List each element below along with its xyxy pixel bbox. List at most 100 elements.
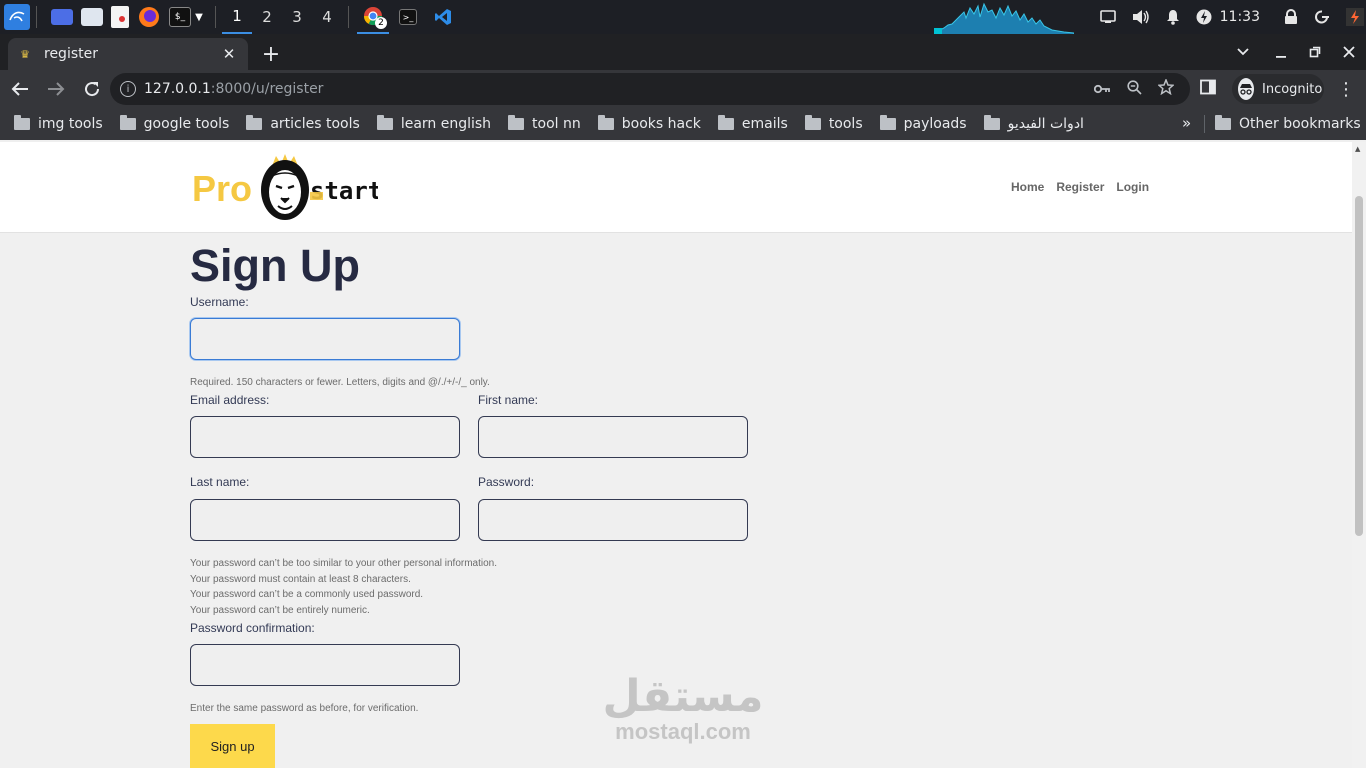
bookmark-folder[interactable]: img tools [14,115,103,132]
bookmark-label: emails [741,116,788,132]
logout-icon[interactable] [1314,9,1330,25]
url-path: :8000/u/register [210,81,324,97]
vscode-window-icon[interactable] [431,5,455,29]
show-desktop-icon[interactable] [51,9,73,25]
nav-link-register[interactable]: Register [1056,180,1104,194]
folder-icon [597,115,614,130]
web-page: Pro start Home Register Login Sign Up Us… [0,142,1352,768]
scroll-up-arrow-icon[interactable]: ▲ [1355,145,1360,153]
close-window-icon[interactable] [1332,34,1366,70]
last-name-label: Last name: [190,475,250,489]
password-confirmation-label: Password confirmation: [190,621,315,635]
last-name-input[interactable] [190,499,460,541]
power-manager-icon[interactable] [1196,9,1212,25]
firefox-icon[interactable] [137,5,161,29]
first-name-input[interactable] [478,416,748,458]
other-bookmarks-folder[interactable]: Other bookmarks [1215,108,1361,140]
password-help-list: Your password can’t be too similar to yo… [190,556,497,618]
password-help-item: Your password can’t be entirely numeric. [190,604,370,616]
zoom-icon[interactable] [1118,79,1150,99]
other-bookmarks-label: Other bookmarks [1239,116,1361,132]
side-panel-icon[interactable] [1200,79,1220,99]
username-input[interactable] [190,318,460,360]
bookmark-label: payloads [903,116,967,132]
lock-icon[interactable] [1284,9,1298,25]
folder-icon [376,115,393,130]
omnibox-actions [1086,73,1182,105]
bookmark-folder[interactable]: tools [804,115,863,132]
text-editor-icon[interactable] [111,6,129,28]
bookmark-folder[interactable]: google tools [119,115,230,132]
folder-icon [879,115,896,130]
close-tab-icon[interactable]: ✕ [220,45,238,63]
scrollbar-thumb[interactable] [1355,196,1363,536]
more-bookmarks-chevron-icon[interactable]: » [1182,114,1191,132]
signup-button[interactable]: Sign up [190,724,275,768]
folder-icon [804,115,821,130]
minimize-icon[interactable] [1264,34,1298,70]
notification-bell-icon[interactable] [1166,9,1180,25]
clock[interactable]: 11:33 [1220,9,1260,25]
email-input[interactable] [190,416,460,458]
os-taskbar: $_ ▼ 1 2 3 4 2 >_ 11:33 [0,0,1366,34]
password-help-item: Your password must contain at least 8 ch… [190,573,411,585]
site-info-icon[interactable]: i [120,81,136,97]
tab-title: register [44,46,98,62]
taskbar-separator [348,6,349,28]
browser-menu-icon[interactable]: ⋮ [1334,77,1358,101]
bookmark-folder[interactable]: tool nn [508,115,581,132]
bookmark-folder[interactable]: articles tools [246,115,360,132]
first-name-label: First name: [478,393,539,407]
kali-menu-icon[interactable] [4,4,30,30]
email-label: Email address: [190,393,270,407]
bookmark-folder[interactable]: payloads [879,115,967,132]
restore-icon[interactable] [1298,34,1332,70]
url-host: 127.0.0.1 [144,81,211,97]
burp-suite-icon[interactable] [1346,8,1364,26]
workspace-2[interactable]: 2 [252,0,282,34]
page-scrollbar[interactable]: ▲ [1352,142,1366,768]
bookmark-label: ادوات الفيديو [1007,116,1084,132]
terminal-window-icon[interactable]: >_ [399,9,417,25]
prostart-logo[interactable]: Pro start [192,152,382,222]
bookmark-folder[interactable]: ادوات الفيديو [983,115,1084,132]
address-bar[interactable]: i 127.0.0.1:8000/u/register [110,73,1190,105]
workspace-1[interactable]: 1 [222,0,252,34]
terminal-launcher-icon[interactable]: $_ [169,7,191,27]
password-label: Password: [478,475,535,489]
bookmarks-bar: img tools google tools articles tools le… [0,108,1366,140]
window-controls [1226,34,1366,70]
bookmark-folder[interactable]: books hack [597,115,701,132]
nav-link-login[interactable]: Login [1116,180,1149,194]
nav-link-home[interactable]: Home [1011,180,1044,194]
bookmark-label: img tools [38,116,103,132]
browser-tab-active[interactable]: ♛ register ✕ [8,38,248,70]
audio-visualizer [934,2,1074,34]
chrome-window-icon[interactable]: 2 [357,0,389,34]
back-arrow-icon[interactable] [4,73,36,105]
workspace-4[interactable]: 4 [312,0,342,34]
password-help-item: Your password can’t be a commonly used p… [190,589,424,600]
chrome-window-count-badge: 2 [375,17,387,29]
folder-icon [1215,115,1231,130]
folder-icon [246,115,263,130]
new-tab-plus-icon[interactable]: + [258,41,284,67]
bookmark-label: google tools [143,116,230,132]
password-input[interactable] [478,499,748,541]
file-manager-icon[interactable] [81,8,103,26]
bookmark-folder[interactable]: learn english [376,115,491,132]
taskbar-separator [36,6,37,28]
incognito-badge[interactable]: Incognito [1232,74,1324,104]
password-confirmation-input[interactable] [190,644,460,686]
reload-icon[interactable] [76,73,108,105]
password-key-icon[interactable] [1086,80,1118,98]
workspace-3[interactable]: 3 [282,0,312,34]
bookmark-star-icon[interactable] [1150,77,1182,99]
logo-text-start: start [310,177,378,205]
network-icon[interactable] [1099,10,1116,24]
chevron-down-icon[interactable]: ▼ [193,5,205,29]
bookmark-folder[interactable]: emails [717,115,788,132]
tab-search-chevron-icon[interactable] [1226,34,1260,70]
forward-arrow-icon[interactable] [40,73,72,105]
volume-icon[interactable] [1132,9,1150,25]
